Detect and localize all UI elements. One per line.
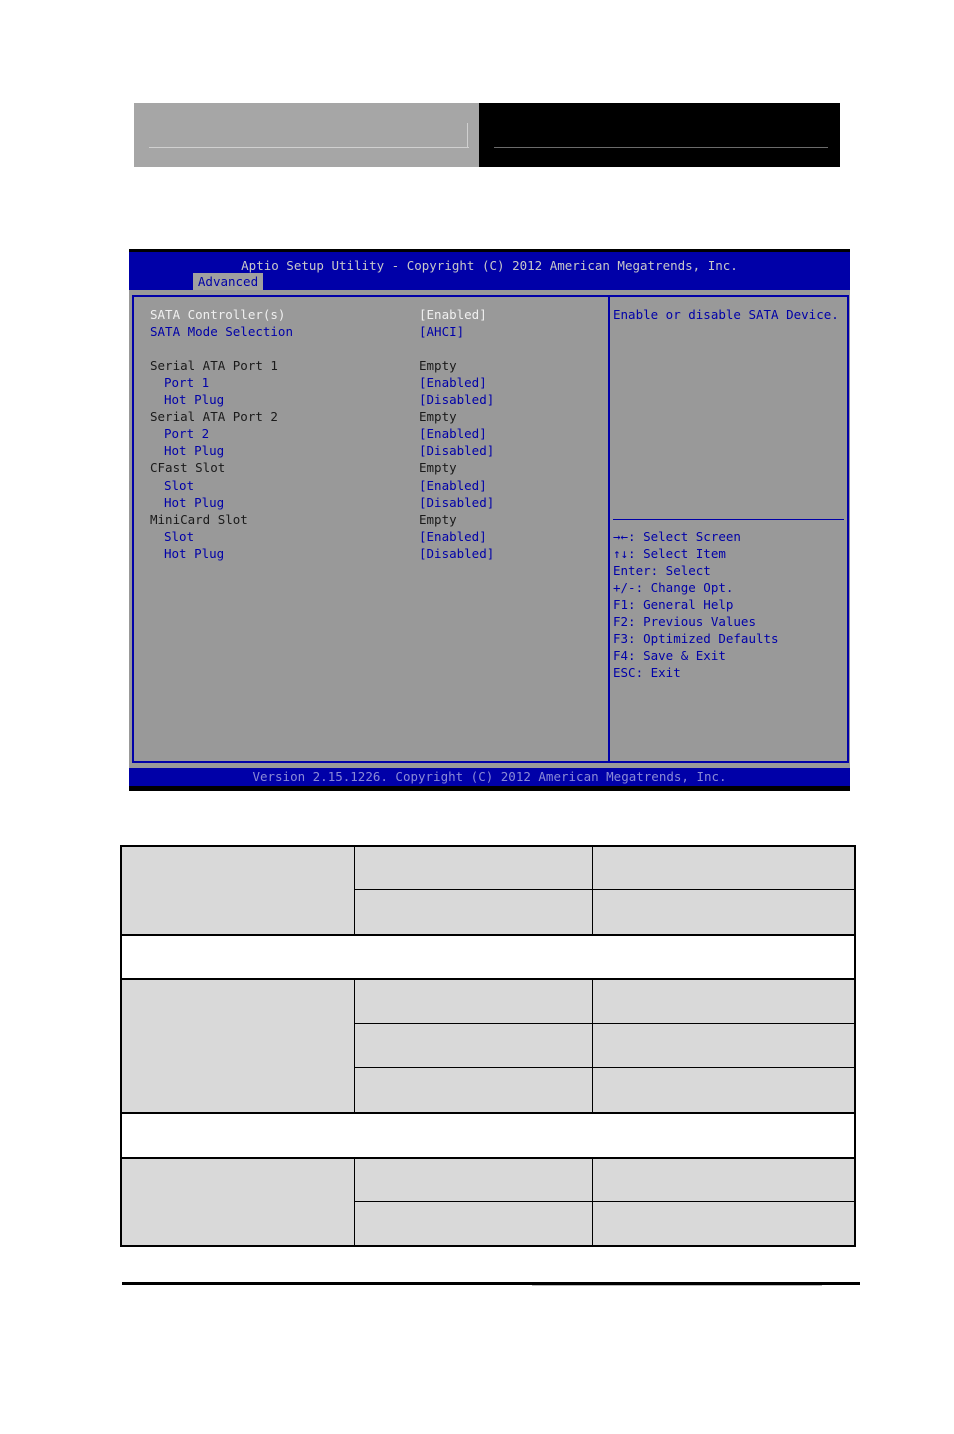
table-cell xyxy=(355,979,593,1024)
table-border xyxy=(120,845,122,1247)
table-border xyxy=(355,889,856,890)
table-cell xyxy=(355,1068,593,1113)
table-border xyxy=(854,845,856,1247)
options-table xyxy=(120,845,856,1247)
section-cfast-slot: CFast Slot xyxy=(150,460,226,475)
table-description-row xyxy=(120,1113,856,1158)
setting-value-minicard-hot-plug[interactable]: [Disabled] xyxy=(419,545,494,562)
table-cell xyxy=(355,1024,593,1068)
table-cell xyxy=(593,890,856,935)
setting-value-minicard-slot[interactable]: [Enabled] xyxy=(419,528,487,545)
section-serial-ata-port-2: Serial ATA Port 2 xyxy=(150,409,278,424)
key-help-select-item: ↑↓: Select Item xyxy=(613,546,726,561)
key-help-change-opt: +/-: Change Opt. xyxy=(613,580,734,595)
section-minicard-slot: MiniCard Slot xyxy=(150,512,248,527)
key-help-f4: F4: Save & Exit xyxy=(613,648,726,663)
key-help-enter: Enter: Select xyxy=(613,563,711,578)
bios-title: Aptio Setup Utility - Copyright (C) 2012… xyxy=(241,258,738,273)
table-cell xyxy=(593,1068,856,1113)
key-help-f3: F3: Optimized Defaults xyxy=(613,631,779,646)
table-border xyxy=(120,1112,856,1114)
table-cell xyxy=(593,845,856,890)
table-cell xyxy=(355,1158,593,1202)
table-cell xyxy=(355,1202,593,1247)
bios-body: SATA Controller(s) [Enabled] SATA Mode S… xyxy=(129,290,850,768)
status-cfast-slot: Empty xyxy=(419,460,457,475)
key-help-esc: ESC: Exit xyxy=(613,665,681,680)
table-border xyxy=(592,979,593,1113)
table-cell xyxy=(593,1024,856,1068)
table-cell xyxy=(355,845,593,890)
setting-value-sata-mode[interactable]: [AHCI] xyxy=(419,323,464,340)
table-border xyxy=(355,1067,856,1068)
table-cell xyxy=(120,979,355,1113)
key-help-select-screen: →←: Select Screen xyxy=(613,529,741,544)
table-description-row xyxy=(120,935,856,979)
setting-label-cfast-slot[interactable]: Slot xyxy=(164,477,194,494)
setting-value-sata-controllers[interactable]: [Enabled] xyxy=(419,306,487,323)
setting-value-cfast-hot-plug[interactable]: [Disabled] xyxy=(419,494,494,511)
table-border xyxy=(355,1023,856,1024)
tab-advanced[interactable]: Advanced xyxy=(193,273,263,290)
setting-value-port-2[interactable]: [Enabled] xyxy=(419,425,487,442)
help-panel: Enable or disable SATA Device. →←: Selec… xyxy=(608,295,849,763)
status-serial-ata-port-2: Empty xyxy=(419,409,457,424)
settings-panel: SATA Controller(s) [Enabled] SATA Mode S… xyxy=(132,295,608,763)
setting-label-sata-controllers[interactable]: SATA Controller(s) xyxy=(150,306,285,323)
table-border xyxy=(354,1158,355,1247)
table-cell xyxy=(120,1158,355,1247)
bios-footer: Version 2.15.1226. Copyright (C) 2012 Am… xyxy=(129,768,850,786)
table-border xyxy=(120,978,856,980)
table-border xyxy=(120,1245,856,1247)
table-cell xyxy=(120,845,355,935)
table-cell xyxy=(355,890,593,935)
section-serial-ata-port-1: Serial ATA Port 1 xyxy=(150,358,278,373)
table-border xyxy=(354,845,355,935)
table-border xyxy=(355,1201,856,1202)
setting-value-cfast-slot[interactable]: [Enabled] xyxy=(419,477,487,494)
setting-label-port-1[interactable]: Port 1 xyxy=(164,374,209,391)
bios-title-bar: Aptio Setup Utility - Copyright (C) 2012… xyxy=(129,252,850,290)
setting-label-cfast-hot-plug[interactable]: Hot Plug xyxy=(164,494,224,511)
setting-label-port-1-hot-plug[interactable]: Hot Plug xyxy=(164,391,224,408)
header-rule xyxy=(149,147,469,148)
table-cell xyxy=(593,979,856,1024)
setting-value-port-1[interactable]: [Enabled] xyxy=(419,374,487,391)
setting-label-sata-mode[interactable]: SATA Mode Selection xyxy=(150,323,293,340)
help-divider xyxy=(613,519,844,520)
table-border xyxy=(120,845,856,847)
table-border xyxy=(354,979,355,1113)
setting-label-minicard-hot-plug[interactable]: Hot Plug xyxy=(164,545,224,562)
page-footer-rule-shadow xyxy=(532,1285,822,1286)
setting-label-port-2[interactable]: Port 2 xyxy=(164,425,209,442)
key-help-f1: F1: General Help xyxy=(613,597,734,612)
table-border xyxy=(592,845,593,935)
document-header-left xyxy=(134,103,479,167)
table-cell xyxy=(593,1202,856,1247)
status-serial-ata-port-1: Empty xyxy=(419,358,457,373)
table-border xyxy=(120,1157,856,1159)
table-cell xyxy=(593,1158,856,1202)
document-header-right xyxy=(479,103,840,167)
table-border xyxy=(120,934,856,936)
table-border xyxy=(592,1158,593,1247)
bios-setup-screen: Aptio Setup Utility - Copyright (C) 2012… xyxy=(129,249,850,791)
setting-value-port-1-hot-plug[interactable]: [Disabled] xyxy=(419,391,494,408)
header-rule-vertical xyxy=(467,123,468,148)
key-help-f2: F2: Previous Values xyxy=(613,614,756,629)
status-minicard-slot: Empty xyxy=(419,512,457,527)
help-text: Enable or disable SATA Device. xyxy=(613,307,839,322)
header-rule xyxy=(494,147,828,148)
setting-label-minicard-slot[interactable]: Slot xyxy=(164,528,194,545)
setting-label-port-2-hot-plug[interactable]: Hot Plug xyxy=(164,442,224,459)
setting-value-port-2-hot-plug[interactable]: [Disabled] xyxy=(419,442,494,459)
